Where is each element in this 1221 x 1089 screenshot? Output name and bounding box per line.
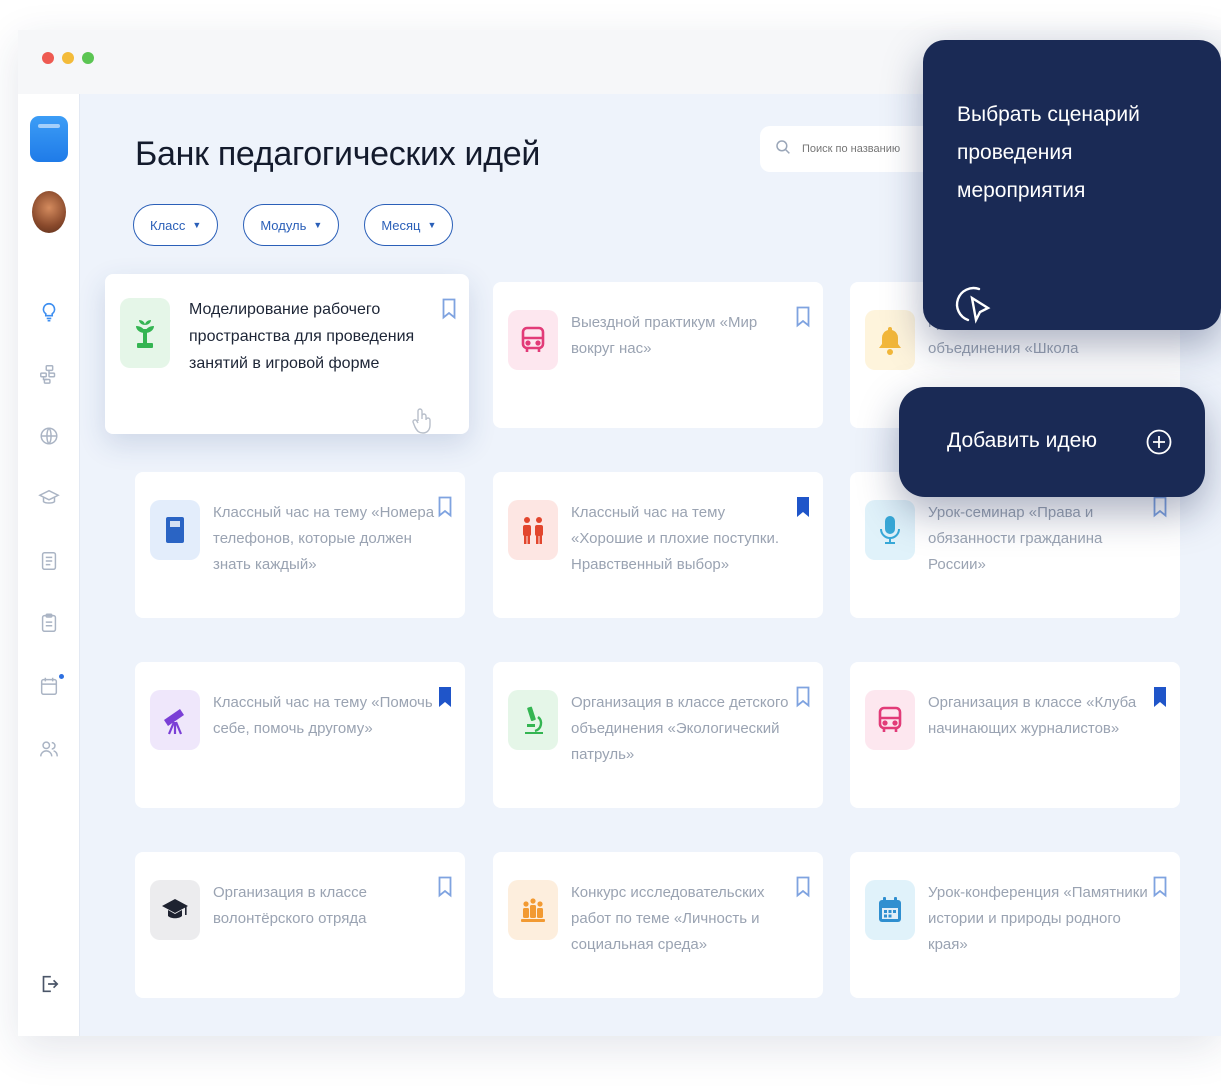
idea-card[interactable]: Конкурс исследовательских работ по теме … bbox=[493, 852, 823, 998]
search-icon bbox=[774, 138, 792, 161]
bookmark-icon[interactable] bbox=[795, 876, 811, 898]
plant-icon bbox=[120, 298, 170, 368]
page-title: Банк педагогических идей bbox=[135, 135, 541, 173]
bus-icon bbox=[508, 310, 558, 370]
lightbulb-icon[interactable] bbox=[37, 300, 61, 324]
idea-card[interactable]: Классный час на тему «Хорошие и плохие п… bbox=[493, 472, 823, 618]
idea-card-title: Моделирование рабочего пространства для … bbox=[189, 301, 415, 372]
calendar-icon bbox=[865, 880, 915, 940]
idea-card-title: Организация в классе «Клуба начинающих ж… bbox=[928, 694, 1137, 737]
idea-card-title: Организация в классе детского объединени… bbox=[571, 694, 789, 763]
telescope-icon bbox=[150, 690, 200, 750]
idea-card-title: Конкурс исследовательских работ по теме … bbox=[571, 884, 765, 953]
idea-card-title: Урок-семинар «Права и обязанности гражда… bbox=[928, 504, 1103, 573]
idea-card[interactable]: Организация в классе «Клуба начинающих ж… bbox=[850, 662, 1180, 808]
phonebook-icon bbox=[150, 500, 200, 560]
microscope-icon bbox=[508, 690, 558, 750]
click-cursor-icon bbox=[955, 286, 991, 324]
hand-cursor-icon bbox=[411, 407, 433, 435]
calendar-icon[interactable] bbox=[37, 674, 64, 698]
users-icon[interactable] bbox=[37, 737, 61, 761]
filter-class[interactable]: Класс ▼ bbox=[133, 204, 219, 246]
globe-icon[interactable] bbox=[37, 424, 61, 448]
filter-label: Класс bbox=[150, 217, 186, 233]
idea-card-title: Выездной практикум «Мир вокруг нас» bbox=[571, 314, 758, 357]
microphone-icon bbox=[865, 500, 915, 560]
bookmark-filled-icon[interactable] bbox=[437, 686, 453, 708]
add-idea-label: Добавить идею bbox=[947, 429, 1098, 452]
chevron-down-icon: ▼ bbox=[427, 220, 437, 230]
clipboard-icon[interactable] bbox=[37, 611, 61, 635]
bookmark-icon[interactable] bbox=[441, 298, 457, 320]
team-icon bbox=[508, 880, 558, 940]
bookmark-icon[interactable] bbox=[1152, 496, 1168, 518]
sidebar bbox=[18, 94, 80, 1036]
graduation-cap-icon bbox=[150, 880, 200, 940]
chevron-down-icon: ▼ bbox=[313, 220, 323, 230]
graduation-cap-icon[interactable] bbox=[37, 486, 61, 510]
tree-icon[interactable] bbox=[37, 362, 61, 386]
idea-card[interactable]: Классный час на тему «Помочь себе, помоч… bbox=[135, 662, 465, 808]
bookmark-filled-icon[interactable] bbox=[795, 496, 811, 518]
bell-icon bbox=[865, 310, 915, 370]
people-icon bbox=[508, 500, 558, 560]
filter-module[interactable]: Модуль ▼ bbox=[243, 204, 340, 246]
bookmark-icon[interactable] bbox=[795, 686, 811, 708]
logout-icon[interactable] bbox=[37, 972, 61, 996]
bookmark-icon[interactable] bbox=[437, 876, 453, 898]
idea-card[interactable]: Организация в классе волонтёрского отряд… bbox=[135, 852, 465, 998]
bookmark-filled-icon[interactable] bbox=[1152, 686, 1168, 708]
choose-scenario-text: Выбрать сценарий проведения мероприятия bbox=[957, 103, 1140, 202]
bookmark-icon[interactable] bbox=[795, 306, 811, 328]
idea-card-title: Урок-конференция «Памятники истории и пр… bbox=[928, 884, 1148, 953]
idea-card-title: Организация в классе волонтёрского отряд… bbox=[213, 884, 367, 927]
app-logo[interactable] bbox=[30, 116, 68, 162]
idea-card[interactable]: Выездной практикум «Мир вокруг нас» bbox=[493, 282, 823, 428]
add-idea-button[interactable]: Добавить идею bbox=[899, 387, 1205, 497]
plus-circle-icon bbox=[1146, 429, 1172, 455]
chevron-down-icon: ▼ bbox=[192, 220, 202, 230]
filter-bar: Класс ▼ Модуль ▼ Месяц ▼ bbox=[133, 204, 454, 246]
idea-card[interactable]: Организация в классе детского объединени… bbox=[493, 662, 823, 808]
notification-dot bbox=[59, 674, 64, 679]
idea-card[interactable]: Классный час на тему «Номера телефонов, … bbox=[135, 472, 465, 618]
avatar[interactable] bbox=[32, 191, 66, 233]
bookmark-icon[interactable] bbox=[437, 496, 453, 518]
minimize-window-dot[interactable] bbox=[62, 52, 74, 64]
maximize-window-dot[interactable] bbox=[82, 52, 94, 64]
document-icon[interactable] bbox=[37, 549, 61, 573]
idea-card-title: Классный час на тему «Номера телефонов, … bbox=[213, 504, 435, 573]
filter-label: Модуль bbox=[260, 217, 307, 233]
filter-month[interactable]: Месяц ▼ bbox=[364, 204, 454, 246]
bookmark-icon[interactable] bbox=[1152, 876, 1168, 898]
filter-label: Месяц bbox=[381, 217, 421, 233]
idea-card-title: Классный час на тему «Помочь себе, помоч… bbox=[213, 694, 433, 737]
close-window-dot[interactable] bbox=[42, 52, 54, 64]
choose-scenario-popup[interactable]: Выбрать сценарий проведения мероприятия bbox=[923, 40, 1221, 330]
bus-icon bbox=[865, 690, 915, 750]
idea-card-title: Классный час на тему «Хорошие и плохие п… bbox=[571, 504, 780, 573]
idea-card[interactable]: Урок-конференция «Памятники истории и пр… bbox=[850, 852, 1180, 998]
